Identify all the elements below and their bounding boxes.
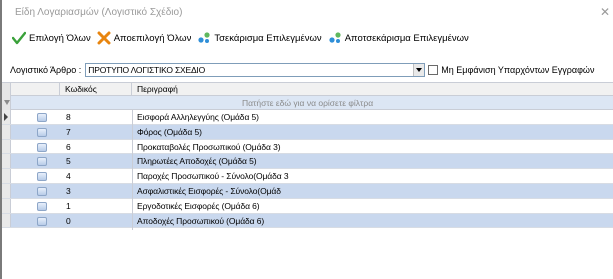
row-code: 3 [66,185,71,196]
row-checkbox[interactable] [37,142,47,152]
hide-existing-toggle[interactable]: Μη Εμφάνιση Υπαρχόντων Εγγραφών [428,65,594,75]
close-icon[interactable]: ✕ [600,5,610,19]
check-icon [11,31,27,45]
accounting-article-label: Λογιστικό Άρθρο : [10,65,82,75]
deselect-all-label: Αποεπιλογή Όλων [113,32,192,44]
untick-nodes-icon [328,31,342,45]
row-code: 6 [66,141,71,152]
row-description: Εισφορά Αλληλεγγύης (Ομάδα 5) [137,112,259,122]
window-titlebar: Είδη Λογαριασμών (Λογιστικό Σχέδιο) ✕ [2,0,613,26]
grid-rows: 8 Εισφορά Αλληλεγγύης (Ομάδα 5) 7 Φόρος … [2,110,613,229]
uncheck-selected-button[interactable]: Αποτσεκάρισμα Επιλεγμένων [328,31,469,45]
filter-hint-text: Πατήστε εδώ για να ορίσετε φίλτρα [242,98,374,108]
grid-header: Κωδικός Περιγραφή [2,83,613,96]
row-checkbox[interactable] [37,157,47,167]
row-indicator [2,213,11,228]
table-row[interactable]: 0 Αποδοχές Προσωπικού (Ομάδα 6) [2,213,613,229]
row-description: Φόρος (Ομάδα 5) [137,126,202,137]
accounts-grid: Κωδικός Περιγραφή Πατήστε εδώ για να ορί… [2,82,613,279]
select-all-label: Επιλογή Όλων [29,32,91,44]
column-divider [132,110,133,230]
row-checkbox[interactable] [37,113,47,122]
tick-nodes-icon [197,31,211,45]
deselect-all-button[interactable]: Αποεπιλογή Όλων [97,31,192,45]
description-column-header[interactable]: Περιγραφή [132,83,613,96]
row-indicator [2,198,11,213]
filter-icon [2,96,11,110]
row-indicator [2,124,11,139]
row-indicator [2,154,11,169]
checkbox-column-header[interactable] [11,83,60,96]
table-row[interactable]: 7 Φόρος (Ομάδα 5) [2,124,613,140]
row-checkbox[interactable] [37,201,47,211]
row-code: 4 [66,171,71,182]
hide-existing-label: Μη Εμφάνιση Υπαρχόντων Εγγραφών [441,65,595,75]
table-row[interactable]: 8 Εισφορά Αλληλεγγύης (Ομάδα 5) [2,110,613,125]
table-row[interactable]: 3 Ασφαλιστικές Εισφορές - Σύνολο(Ομάδ [2,183,613,199]
row-code: 1 [66,200,71,211]
row-description: Πληρωτέες Αποδοχές (Ομάδα 5) [137,156,257,167]
row-description: Εργοδοτικές Εισφορές (Ομάδα 6) [137,200,260,211]
row-code: 5 [66,156,71,167]
code-column-header[interactable]: Κωδικός [60,83,132,96]
row-description: Ασφαλιστικές Εισφορές - Σύνολο(Ομάδ [137,185,281,196]
table-row[interactable]: 5 Πληρωτέες Αποδοχές (Ομάδα 5) [2,154,613,170]
toolbar: Επιλογή Όλων Αποεπιλογή Όλων Τσεκάρισμα … [2,27,613,49]
row-code: 7 [66,126,71,137]
row-description: Αποδοχές Προσωπικού (Ομάδα 6) [137,215,265,226]
row-indicator-header [2,83,11,96]
check-selected-button[interactable]: Τσεκάρισμα Επιλεγμένων [197,31,322,45]
accounting-article-value: ΠΡΟΤΥΠΟ ΛΟΓΙΣΤΙΚΟ ΣΧΕΔΙΟ [88,65,206,75]
row-indicator [2,110,11,124]
row-indicator [2,139,11,154]
select-all-button[interactable]: Επιλογή Όλων [11,31,91,45]
filter-row-hint[interactable]: Πατήστε εδώ για να ορίσετε φίλτρα [2,96,613,110]
window-title: Είδη Λογαριασμών (Λογιστικό Σχέδιο) [15,7,183,18]
chevron-down-icon[interactable] [413,64,425,76]
row-checkbox[interactable] [37,186,47,196]
row-code: 8 [66,112,71,122]
table-row[interactable]: 4 Παροχές Προσωπικού - Σύνολο(Ομάδα 3 [2,169,613,184]
row-description: Προκαταβολές Προσωπικού (Ομάδα 3) [137,141,281,152]
row-code: 0 [66,215,71,226]
cross-icon [97,31,111,45]
accounting-article-select[interactable]: ΠΡΟΤΥΠΟ ΛΟΓΙΣΤΙΚΟ ΣΧΕΔΙΟ [85,63,426,77]
table-row[interactable]: 6 Προκαταβολές Προσωπικού (Ομάδα 3) [2,139,613,155]
row-indicator [2,183,11,198]
row-indicator [2,169,11,183]
row-checkbox[interactable] [37,172,47,182]
row-checkbox[interactable] [37,216,47,226]
row-description: Παροχές Προσωπικού - Σύνολο(Ομάδα 3 [137,171,289,182]
filter-row: Λογιστικό Άρθρο : ΠΡΟΤΥΠΟ ΛΟΓΙΣΤΙΚΟ ΣΧΕΔ… [2,62,613,78]
uncheck-selected-label: Αποτσεκάρισμα Επιλεγμένων [344,32,469,44]
table-row[interactable]: 1 Εργοδοτικές Εισφορές (Ομάδα 6) [2,198,613,214]
hide-existing-checkbox[interactable] [428,65,439,75]
check-selected-label: Τσεκάρισμα Επιλεγμένων [214,32,322,44]
row-checkbox[interactable] [37,127,47,137]
current-row-arrow-icon [4,113,8,121]
